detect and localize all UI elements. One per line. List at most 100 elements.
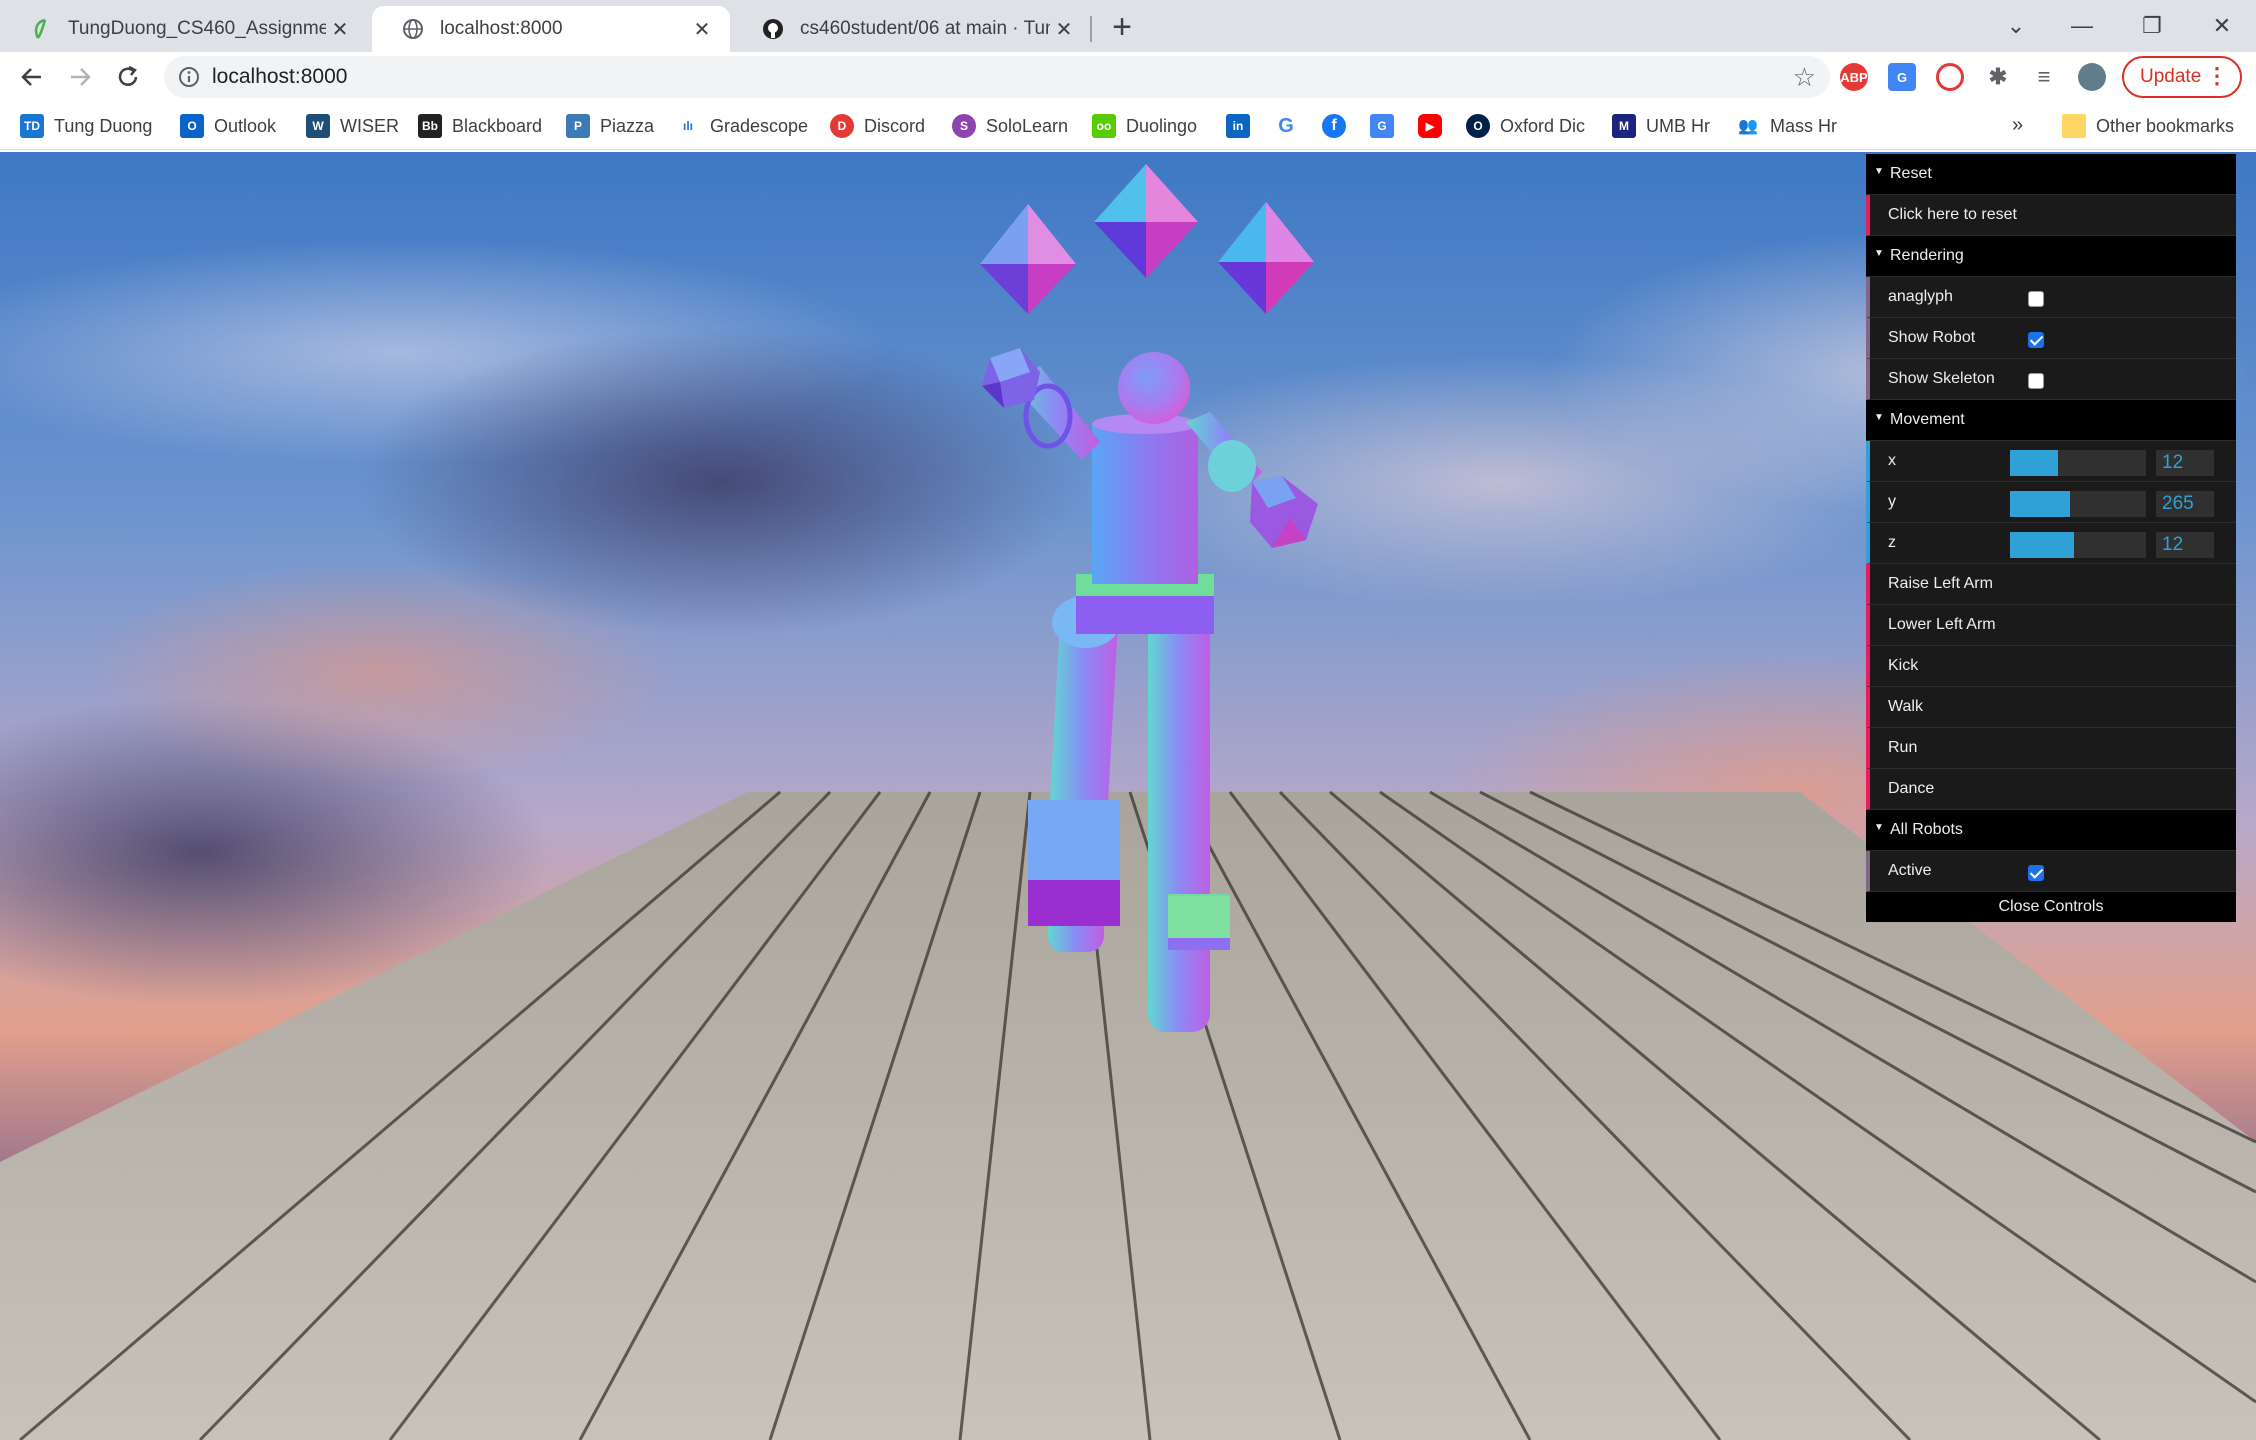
bookmark-youtube[interactable]: ▶: [1418, 112, 1452, 140]
forward-button[interactable]: [64, 61, 96, 93]
active-label: Active: [1888, 862, 1932, 879]
walk-button[interactable]: Walk: [1866, 687, 2236, 728]
globe-icon: [402, 18, 424, 40]
octahedron-left: [980, 204, 1076, 314]
bookmark-linkedin[interactable]: in: [1226, 112, 1260, 140]
bookmark-duolingo[interactable]: oo Duolingo: [1092, 112, 1197, 140]
z-input[interactable]: 12: [2156, 532, 2214, 558]
bookmark-star-icon[interactable]: ☆: [1793, 62, 1816, 93]
bookmark-discord[interactable]: D Discord: [830, 112, 925, 140]
show-robot-row: Show Robot: [1866, 318, 2236, 359]
reload-button[interactable]: [112, 61, 144, 93]
folder-reset[interactable]: ▼ Reset: [1866, 154, 2236, 195]
tab-label: localhost:8000: [440, 18, 563, 39]
run-button[interactable]: Run: [1866, 728, 2236, 769]
dance-button[interactable]: Dance: [1866, 769, 2236, 810]
extension-icon[interactable]: [1936, 63, 1964, 91]
translate-icon[interactable]: G: [1888, 63, 1916, 91]
close-icon[interactable]: ✕: [326, 15, 354, 43]
show-robot-checkbox[interactable]: [2028, 332, 2044, 348]
bookmark-mass-hr[interactable]: 👥 Mass Hr: [1736, 112, 1837, 140]
kick-button[interactable]: Kick: [1866, 646, 2236, 687]
close-controls-button[interactable]: Close Controls: [1866, 892, 2236, 922]
x-slider[interactable]: [2010, 450, 2146, 476]
folder-movement[interactable]: ▼ Movement: [1866, 400, 2236, 441]
umb-icon: M: [1612, 114, 1636, 138]
bookmark-translate[interactable]: G: [1370, 112, 1404, 140]
update-button[interactable]: Update ⋮: [2122, 56, 2242, 98]
caret-down-icon: ▼: [1874, 248, 1884, 259]
other-bookmarks[interactable]: Other bookmarks: [2062, 112, 2234, 140]
info-icon[interactable]: [178, 66, 200, 88]
folder-title: Reset: [1890, 165, 1932, 182]
lower-left-arm-button[interactable]: Lower Left Arm: [1866, 605, 2236, 646]
action-label: Kick: [1888, 657, 1919, 674]
folder-title: Movement: [1890, 411, 1965, 428]
back-button[interactable]: [16, 61, 48, 93]
new-tab-button[interactable]: +: [1105, 10, 1139, 46]
tab-label: TungDuong_CS460_Assignment_: [68, 18, 326, 39]
show-skeleton-checkbox[interactable]: [2028, 373, 2044, 389]
duolingo-icon: oo: [1092, 114, 1116, 138]
folder-all-robots[interactable]: ▼ All Robots: [1866, 810, 2236, 851]
tab-github[interactable]: cs460student/06 at main · TungD ✕: [732, 6, 1092, 52]
bookmark-label: UMB Hr: [1646, 115, 1710, 136]
close-icon[interactable]: ✕: [1050, 15, 1078, 43]
bookmark-blackboard[interactable]: Bb Blackboard: [418, 112, 542, 140]
bookmark-label: Oxford Dic: [1500, 115, 1586, 136]
restore-button[interactable]: ❐: [2132, 8, 2172, 44]
y-slider[interactable]: [2010, 491, 2146, 517]
close-icon[interactable]: ✕: [688, 15, 716, 43]
bookmark-facebook[interactable]: f: [1322, 112, 1356, 140]
anaglyph-checkbox[interactable]: [2028, 291, 2044, 307]
folder-icon: [2062, 114, 2086, 138]
bookmark-label: Gradescope: [710, 115, 809, 136]
bookmark-outlook[interactable]: O Outlook: [180, 112, 276, 140]
octahedron-right: [1218, 202, 1314, 314]
bookmark-oxford[interactable]: O Oxford Dic: [1466, 112, 1585, 140]
bookmark-sololearn[interactable]: S SoloLearn: [952, 112, 1068, 140]
bookmark-umb-hr[interactable]: M UMB Hr: [1612, 112, 1710, 140]
piazza-icon: P: [566, 114, 590, 138]
tab-assignment[interactable]: TungDuong_CS460_Assignment_ ✕: [0, 6, 368, 52]
z-label: z: [1888, 534, 1896, 551]
y-label: y: [1888, 493, 1896, 510]
bookmark-label: Tung Duong: [54, 115, 153, 136]
puzzle-icon[interactable]: ✱: [1984, 63, 2012, 91]
reset-button[interactable]: Click here to reset: [1866, 195, 2236, 236]
folder-rendering[interactable]: ▼ Rendering: [1866, 236, 2236, 277]
raise-left-arm-button[interactable]: Raise Left Arm: [1866, 564, 2236, 605]
other-bookmarks-label: Other bookmarks: [2096, 115, 2235, 136]
avatar[interactable]: [2078, 63, 2106, 91]
folder-title: All Robots: [1890, 821, 1963, 838]
window-close-button[interactable]: ✕: [2202, 8, 2242, 44]
active-checkbox[interactable]: [2028, 865, 2044, 881]
bookmark-gradescope[interactable]: ılı Gradescope: [676, 112, 808, 140]
y-input[interactable]: 265: [2156, 491, 2214, 517]
z-slider[interactable]: [2010, 532, 2146, 558]
adblock-icon[interactable]: ABP: [1840, 63, 1868, 91]
address-bar[interactable]: localhost:8000 ☆: [164, 56, 1830, 98]
bookmark-wiser[interactable]: W WISER: [306, 112, 399, 140]
bookmark-label: Blackboard: [452, 115, 543, 136]
minimize-button[interactable]: —: [2062, 8, 2102, 44]
tab-localhost[interactable]: localhost:8000 ✕: [372, 6, 730, 52]
x-slider-fill: [2010, 450, 2058, 476]
tab-separator: [1090, 16, 1092, 42]
reading-list-icon[interactable]: ≡: [2030, 63, 2058, 91]
caret-down-icon: ▼: [1874, 822, 1884, 833]
caret-down-icon: ▼: [1874, 412, 1884, 423]
bookmark-piazza[interactable]: P Piazza: [566, 112, 654, 140]
more-icon: ⋮: [2206, 63, 2228, 88]
tab-search-icon[interactable]: ⌄: [1996, 8, 2036, 44]
reset-label: Click here to reset: [1888, 206, 2017, 223]
youtube-icon: ▶: [1418, 114, 1442, 138]
bookmarks-overflow-button[interactable]: »: [2012, 114, 2023, 137]
active-row: Active: [1866, 851, 2236, 892]
bookmark-google[interactable]: G: [1274, 112, 1308, 140]
bookmark-tung-duong[interactable]: TD Tung Duong: [20, 112, 152, 140]
action-label: Raise Left Arm: [1888, 575, 1993, 592]
url-text[interactable]: localhost:8000: [212, 65, 347, 89]
tab-label: cs460student/06 at main · TungD: [800, 18, 1050, 39]
x-input[interactable]: 12: [2156, 450, 2214, 476]
